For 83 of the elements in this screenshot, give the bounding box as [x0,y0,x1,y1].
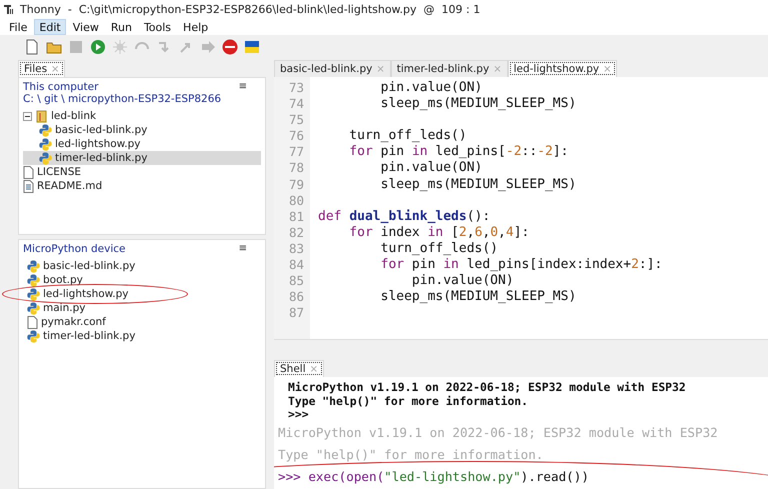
shell-output: >>> [287,408,309,422]
tree-item[interactable]: basic-led-blink.py [23,259,261,273]
editor-tab[interactable]: led-lightshow.py × [508,60,618,77]
panel-header: This computer [23,81,98,93]
shell-command: >>> exec(open("led-lightshow.py").read()) [278,468,590,486]
menu-item[interactable]: Edit [34,19,66,35]
debug-icon[interactable] [112,39,128,55]
panel-header: MicroPython device [23,243,126,255]
tree-item[interactable]: led-lightshow.py [23,137,261,151]
python-file-icon [39,152,52,164]
editor-tab[interactable]: timer-led-blink.py × [390,60,508,77]
folder-path[interactable]: C: \ git \ micropython-ESP32-ESP8266 [23,93,261,105]
tree-item[interactable]: led-blink [23,109,261,123]
tree-item[interactable]: timer-led-blink.py [23,151,261,165]
folder-icon [35,110,48,122]
tree-item[interactable]: LICENSE [23,165,261,179]
python-file-icon [39,124,52,136]
tree-item[interactable]: pymakr.conf [23,315,261,329]
window-title: Thonny - C:\git\micropython-ESP32-ESP8266\led-blink\led-lightshow.py @ 109 : 1 [20,3,480,16]
line-number: 81 [288,208,305,225]
menu-item[interactable]: File [4,19,32,35]
menu-item[interactable]: View [68,19,104,35]
menu-item[interactable]: Help [178,19,214,35]
tree-item[interactable]: led-lightshow.py [23,287,261,301]
files-tab[interactable]: Files × [18,60,66,77]
line-number: 86 [288,289,305,306]
python-file-icon [27,274,40,286]
line-number: 83 [288,240,305,258]
line-number: 87 [288,305,305,322]
shell-output: MicroPython v1.19.1 on 2022-06-18; ESP32 module with ESP32 [287,381,687,394]
new-file-icon[interactable] [24,39,40,55]
python-file-icon [27,330,40,342]
python-file-icon [27,260,40,272]
line-number: 74 [288,96,305,112]
tree-item[interactable]: basic-led-blink.py [23,123,261,137]
line-number: 80 [288,192,305,209]
collapse-icon[interactable] [23,112,32,120]
code-line: turn_off_leds() [380,240,500,258]
shell-tab[interactable]: Shell × [274,360,324,377]
python-file-icon [27,302,40,314]
line-number: 84 [288,257,305,274]
line-number: 82 [288,224,305,241]
line-number: 85 [288,273,305,290]
panel-menu-button[interactable]: ≡ [238,81,247,93]
code-line: pin.value(ON) [380,160,484,177]
code-line: for index in [2,6,0,4]: [348,224,530,241]
flag-icon[interactable] [244,39,260,55]
panel-menu-button[interactable]: ≡ [238,243,247,255]
tree-item[interactable]: timer-led-blink.py [23,329,261,343]
run-icon[interactable] [90,39,106,55]
line-number: 78 [288,160,305,177]
tree-item[interactable]: main.py [23,301,261,315]
file-icon [27,316,38,328]
code-line: pin.value(ON) [410,273,515,290]
shell-output: MicroPython v1.19.1 on 2022-06-18; ESP32 module with ESP32 [278,424,719,442]
python-file-icon [27,288,40,300]
file-icon [23,166,34,178]
tree-item[interactable]: boot.py [23,273,261,287]
stop-icon[interactable] [222,39,238,55]
app-logo-icon [4,4,15,15]
text-file-icon [23,180,34,192]
menu-item[interactable]: Tools [138,19,176,35]
code-line: for pin in led_pins[index:index+2:]: [380,257,664,274]
shell-output: Type "help()" for more information. [287,394,530,408]
resume-icon[interactable] [200,39,216,55]
shell-output: Type "help()" for more information. [278,446,544,464]
code-line: def dual_blink_leds(): [318,208,492,225]
code-line: turn_off_leds() [348,128,468,144]
code-line: sleep_ms(MEDIUM_SLEEP_MS) [380,176,578,193]
save-icon[interactable] [68,39,84,55]
line-number: 73 [288,80,305,96]
menu-item[interactable]: Run [106,19,137,35]
code-line: sleep_ms(MEDIUM_SLEEP_MS) [380,289,578,306]
line-number: 79 [288,176,305,193]
editor-tab[interactable]: basic-led-blink.py × [274,60,391,77]
line-number: 75 [288,112,305,128]
code-line: sleep_ms(MEDIUM_SLEEP_MS) [380,96,578,112]
line-number: 77 [288,144,305,160]
tree-item[interactable]: README.md [23,179,261,193]
code-line: for pin in led_pins[-2::-2]: [348,144,570,160]
python-file-icon [39,138,52,150]
line-number: 76 [288,128,305,144]
code-line: pin.value(ON) [380,80,484,96]
